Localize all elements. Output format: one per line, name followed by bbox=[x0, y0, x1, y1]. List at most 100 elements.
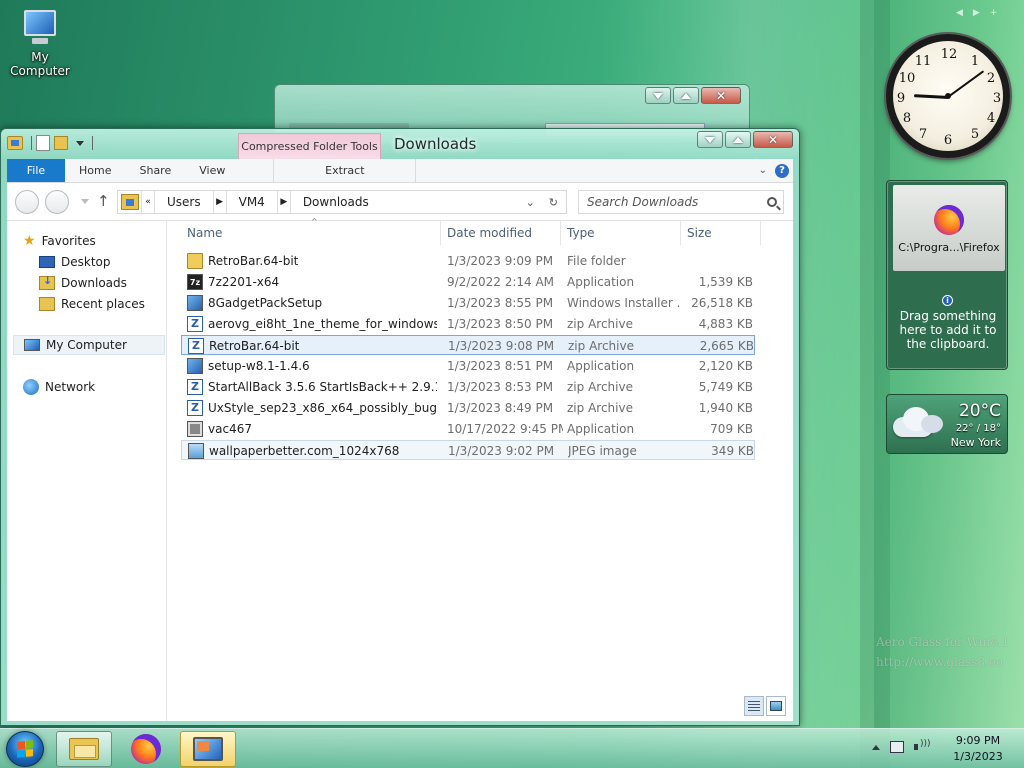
clock-gadget[interactable]: 12 1 2 3 4 5 6 7 8 9 10 11 bbox=[886, 34, 1010, 158]
breadcrumb-arrow-icon[interactable]: ▶ bbox=[212, 191, 227, 213]
search-placeholder: Search Downloads bbox=[587, 195, 699, 209]
start-button[interactable] bbox=[6, 731, 44, 767]
network-icon bbox=[23, 379, 39, 395]
file-row-selected[interactable]: RetroBar.64-bit 1/3/2023 9:08 PM zip Arc… bbox=[181, 335, 755, 355]
image-icon bbox=[188, 443, 204, 459]
downloads-folder-icon bbox=[121, 194, 139, 210]
column-header-size[interactable]: Size bbox=[681, 221, 761, 245]
nav-network[interactable]: Network bbox=[23, 377, 95, 397]
computer-icon bbox=[24, 339, 40, 351]
taskbar: 9:09 PM 1/3/2023 bbox=[0, 728, 1024, 768]
help-icon[interactable]: ? bbox=[775, 163, 789, 178]
search-input[interactable]: Search Downloads bbox=[578, 190, 784, 214]
file-row[interactable]: UxStyle_sep23_x86_x64_possibly_bugged 1/… bbox=[181, 398, 755, 418]
clipboard-gadget[interactable]: C:\Progra...\Firefox i Drag something he… bbox=[886, 180, 1008, 370]
sidebar-prev-icon[interactable]: ◀ bbox=[956, 8, 963, 18]
nav-recent-places[interactable]: Recent places bbox=[39, 294, 145, 314]
address-dropdown-chevron-icon[interactable]: ⌄ bbox=[526, 196, 535, 209]
new-folder-icon[interactable] bbox=[54, 136, 68, 150]
sidebar-next-icon[interactable]: ▶ bbox=[973, 8, 980, 18]
expand-ribbon-chevron-icon[interactable]: ⌄ bbox=[759, 165, 767, 176]
sidebar-nav: ◀ ▶ + bbox=[956, 8, 997, 18]
breadcrumb-users[interactable]: Users bbox=[155, 195, 213, 209]
tab-share[interactable]: Share bbox=[125, 159, 185, 182]
desktop-icon-label: My Computer bbox=[10, 50, 70, 78]
column-header-name[interactable]: Name ^ bbox=[181, 217, 441, 245]
recent-locations-chevron-icon[interactable] bbox=[81, 199, 89, 204]
clipboard-path: C:\Progra...\Firefox bbox=[898, 241, 1000, 254]
volume-icon[interactable] bbox=[914, 739, 931, 753]
back-button[interactable] bbox=[15, 190, 39, 214]
sort-caret-icon: ^ bbox=[311, 217, 318, 226]
tab-home[interactable]: Home bbox=[65, 159, 125, 182]
minimize-button[interactable] bbox=[645, 87, 671, 104]
file-row[interactable]: 7z 7z2201-x64 9/2/2022 2:14 AM Applicatio… bbox=[181, 272, 755, 292]
taskbar-time: 9:09 PM bbox=[955, 734, 1001, 747]
clipboard-item[interactable]: C:\Progra...\Firefox bbox=[893, 185, 1005, 271]
file-row[interactable]: vac467 10/17/2022 9:45 PM Application 70… bbox=[181, 419, 755, 439]
ribbon-tabs: File Home Share View Extract ⌄ ? bbox=[7, 159, 793, 183]
file-row[interactable]: 8GadgetPackSetup 1/3/2023 8:55 PM Window… bbox=[181, 293, 755, 313]
maximize-icon bbox=[681, 92, 691, 99]
customize-qat-chevron-icon[interactable] bbox=[76, 140, 84, 146]
file-row[interactable]: StartAllBack 3.5.6 StartIsBack++ 2.9.17 … bbox=[181, 377, 755, 397]
taskbar-firefox-button[interactable] bbox=[118, 731, 174, 767]
address-bar[interactable]: « Users ▶ VM4 ▶ Downloads ⌄ ↻ bbox=[117, 190, 567, 214]
title-bar[interactable]: Compressed Folder Tools Downloads ✕ bbox=[1, 129, 799, 159]
nav-my-computer[interactable]: My Computer bbox=[13, 335, 165, 355]
clipboard-message: Drag something here to add it to the cli… bbox=[899, 309, 997, 351]
weather-temperature: 20°C bbox=[958, 401, 1001, 421]
close-icon: ✕ bbox=[767, 132, 779, 147]
weather-gadget[interactable]: 20°C 22° / 18° New York bbox=[886, 394, 1008, 454]
explorer-window: Compressed Folder Tools Downloads ✕ File… bbox=[0, 128, 800, 726]
refresh-icon[interactable]: ↻ bbox=[549, 196, 558, 209]
breadcrumb-overflow[interactable]: « bbox=[141, 191, 155, 213]
context-tab-header: Compressed Folder Tools bbox=[238, 133, 381, 159]
cloudy-icon bbox=[893, 407, 945, 439]
monitor-app-icon bbox=[193, 737, 223, 761]
close-button[interactable]: ✕ bbox=[701, 87, 741, 104]
desktop-icon-my-computer[interactable]: My Computer bbox=[2, 8, 78, 78]
zip-icon bbox=[187, 316, 203, 332]
nav-desktop[interactable]: Desktop bbox=[39, 252, 111, 272]
folder-icon[interactable] bbox=[7, 136, 23, 150]
tab-file[interactable]: File bbox=[7, 159, 65, 182]
taskbar-explorer-button[interactable] bbox=[56, 731, 112, 767]
info-icon: i bbox=[942, 295, 953, 306]
taskbar-clock[interactable]: 9:09 PM 1/3/2023 bbox=[950, 733, 1006, 765]
nav-downloads[interactable]: Downloads bbox=[39, 273, 127, 293]
system-tray bbox=[872, 739, 931, 753]
taskbar-app-button[interactable] bbox=[180, 731, 236, 767]
weather-city: New York bbox=[950, 436, 1001, 449]
installer-icon bbox=[187, 358, 203, 374]
column-header-date[interactable]: Date modified bbox=[441, 221, 561, 245]
computer-icon bbox=[18, 8, 62, 48]
file-explorer-icon bbox=[69, 738, 99, 760]
file-row[interactable]: setup-w8.1-1.4.6 1/3/2023 8:51 PM Applic… bbox=[181, 356, 755, 376]
file-row[interactable]: aerovg_ei8ht_1ne_theme_for_windows_8... … bbox=[181, 314, 755, 334]
forward-button[interactable] bbox=[45, 190, 69, 214]
up-arrow-icon[interactable]: ↑ bbox=[97, 192, 110, 210]
minimize-button[interactable] bbox=[697, 131, 723, 148]
large-icons-view-button[interactable] bbox=[766, 696, 786, 716]
nav-favorites[interactable]: ★ Favorites bbox=[23, 231, 96, 251]
maximize-button[interactable] bbox=[725, 131, 751, 148]
show-hidden-icons-icon[interactable] bbox=[872, 744, 880, 750]
breadcrumb-vm4[interactable]: VM4 bbox=[227, 195, 277, 209]
tab-view[interactable]: View bbox=[185, 159, 239, 182]
network-tray-icon[interactable] bbox=[890, 741, 904, 753]
properties-icon[interactable] bbox=[36, 135, 50, 151]
tab-extract[interactable]: Extract bbox=[273, 159, 417, 182]
window-title: Downloads bbox=[394, 135, 477, 153]
file-row[interactable]: RetroBar.64-bit 1/3/2023 9:09 PM File fo… bbox=[181, 251, 755, 271]
details-view-button[interactable] bbox=[744, 696, 764, 716]
search-icon[interactable] bbox=[767, 197, 777, 207]
breadcrumb-downloads[interactable]: Downloads bbox=[291, 195, 381, 209]
sidebar-add-icon[interactable]: + bbox=[990, 8, 998, 18]
zip-icon bbox=[188, 338, 204, 354]
column-header-type[interactable]: Type bbox=[561, 221, 681, 245]
close-button[interactable]: ✕ bbox=[753, 131, 793, 148]
breadcrumb-arrow-icon[interactable]: ▶ bbox=[276, 191, 291, 213]
file-row-hover[interactable]: wallpaperbetter.com_1024x768 1/3/2023 9:… bbox=[181, 440, 755, 460]
maximize-button[interactable] bbox=[673, 87, 699, 104]
